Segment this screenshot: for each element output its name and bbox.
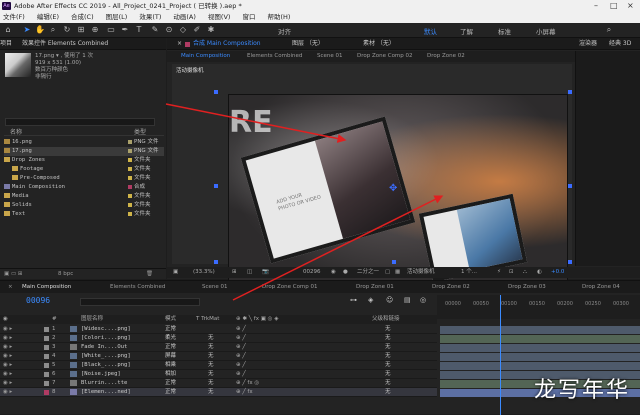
watermark-text: 龙写年华 [533,378,630,403]
annotation-arrows [165,103,444,301]
arrow-to-small-card [232,195,444,301]
arrow-to-project-item [165,103,347,143]
